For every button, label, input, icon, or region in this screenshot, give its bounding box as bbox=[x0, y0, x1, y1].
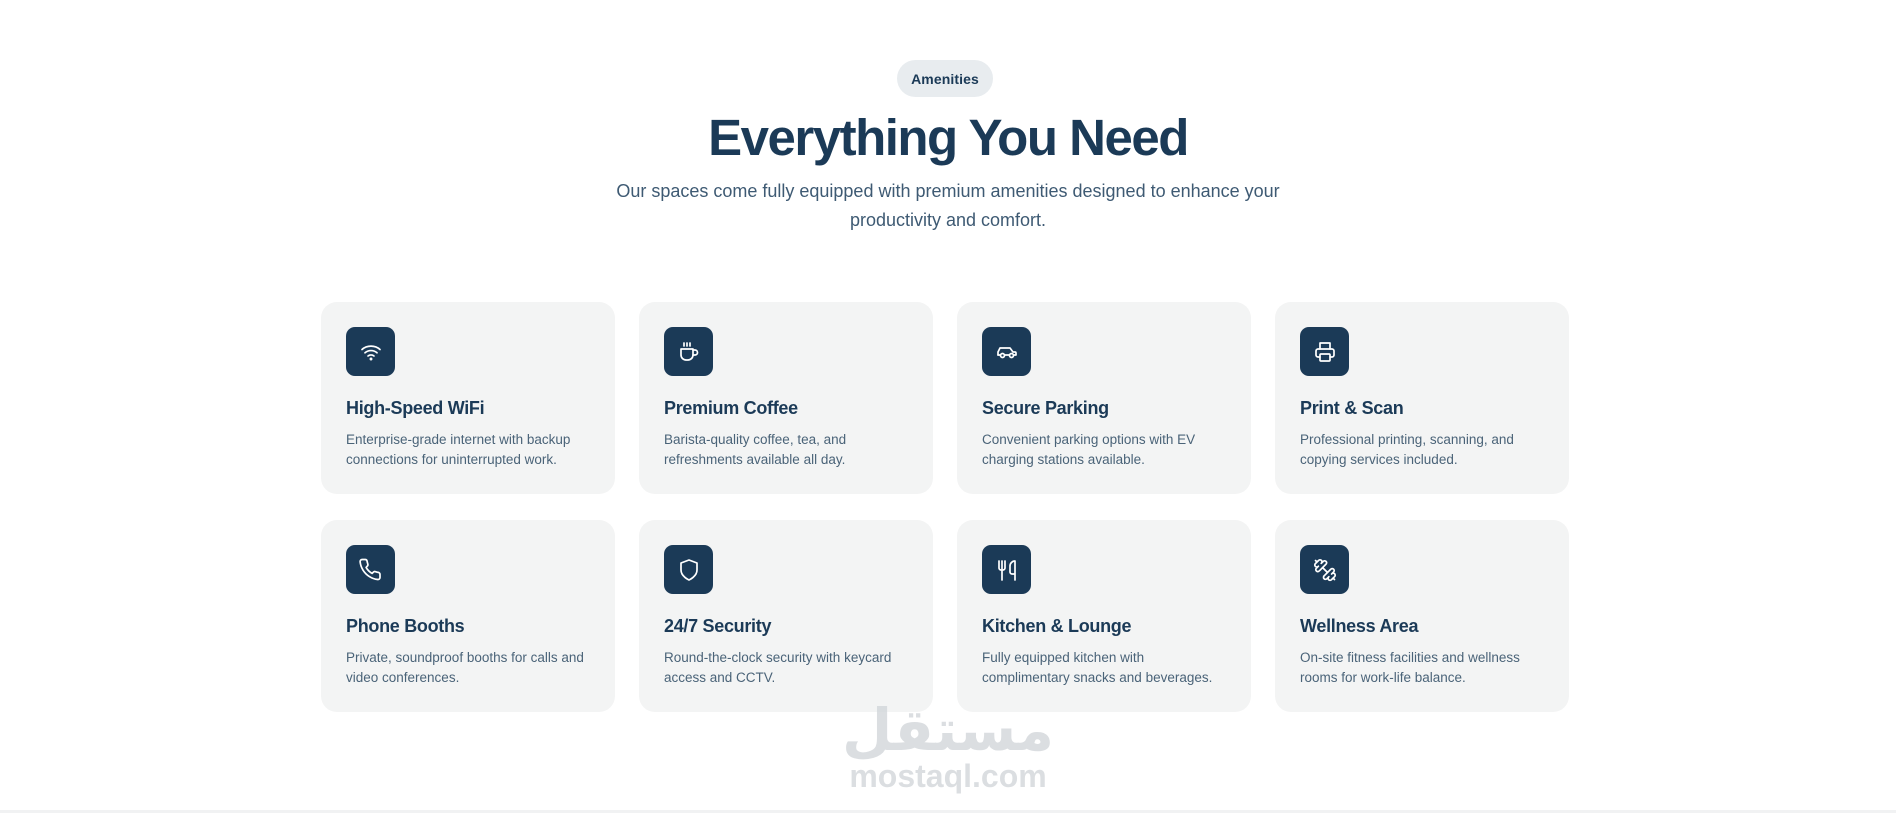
amenity-title: Print & Scan bbox=[1300, 398, 1404, 418]
amenity-title: Secure Parking bbox=[982, 398, 1109, 418]
amenity-card-wifi: High-Speed WiFi Enterprise-grade interne… bbox=[321, 302, 615, 494]
amenity-card-security: 24/7 Security Round-the-clock security w… bbox=[639, 520, 933, 712]
amenity-description: Convenient parking options with EV charg… bbox=[982, 432, 1196, 467]
amenities-grid: High-Speed WiFi Enterprise-grade interne… bbox=[321, 302, 1570, 712]
phone-icon bbox=[346, 545, 395, 594]
watermark-latin: mostaql.com bbox=[849, 758, 1047, 794]
amenity-card-parking: Secure Parking Convenient parking option… bbox=[957, 302, 1251, 494]
amenity-card-print: Print & Scan Professional printing, scan… bbox=[1275, 302, 1569, 494]
amenity-description: Enterprise-grade internet with backup co… bbox=[346, 432, 571, 467]
amenity-card-phone: Phone Booths Private, soundproof booths … bbox=[321, 520, 615, 712]
amenity-description: On-site fitness facilities and wellness … bbox=[1300, 650, 1520, 685]
section-subtitle: Our spaces come fully equipped with prem… bbox=[616, 181, 1280, 230]
amenity-description: Professional printing, scanning, and cop… bbox=[1300, 432, 1514, 467]
amenities-section: Amenities Everything You Need Our spaces… bbox=[0, 0, 1896, 813]
coffee-icon bbox=[664, 327, 713, 376]
car-icon bbox=[982, 327, 1031, 376]
amenity-description: Fully equipped kitchen with complimentar… bbox=[982, 650, 1213, 685]
watermark-logo: مستقل mostaql.com bbox=[838, 700, 1058, 794]
amenity-title: Premium Coffee bbox=[664, 398, 798, 418]
amenity-description: Round-the-clock security with keycard ac… bbox=[664, 650, 892, 685]
amenity-title: 24/7 Security bbox=[664, 616, 772, 636]
printer-icon bbox=[1300, 327, 1349, 376]
wifi-icon bbox=[346, 327, 395, 376]
utensils-icon bbox=[982, 545, 1031, 594]
amenity-title: Wellness Area bbox=[1300, 616, 1419, 636]
amenity-description: Private, soundproof booths for calls and… bbox=[346, 650, 584, 685]
shield-icon bbox=[664, 545, 713, 594]
amenity-card-kitchen: Kitchen & Lounge Fully equipped kitchen … bbox=[957, 520, 1251, 712]
amenity-title: High-Speed WiFi bbox=[346, 398, 485, 418]
section-title: Everything You Need bbox=[708, 109, 1189, 166]
amenity-card-wellness: Wellness Area On-site fitness facilities… bbox=[1275, 520, 1569, 712]
amenity-title: Phone Booths bbox=[346, 616, 465, 636]
amenity-card-coffee: Premium Coffee Barista-quality coffee, t… bbox=[639, 302, 933, 494]
amenity-title: Kitchen & Lounge bbox=[982, 616, 1132, 636]
amenity-description: Barista-quality coffee, tea, and refresh… bbox=[664, 432, 847, 467]
section-badge: Amenities bbox=[897, 60, 993, 97]
dumbbell-icon bbox=[1300, 545, 1349, 594]
